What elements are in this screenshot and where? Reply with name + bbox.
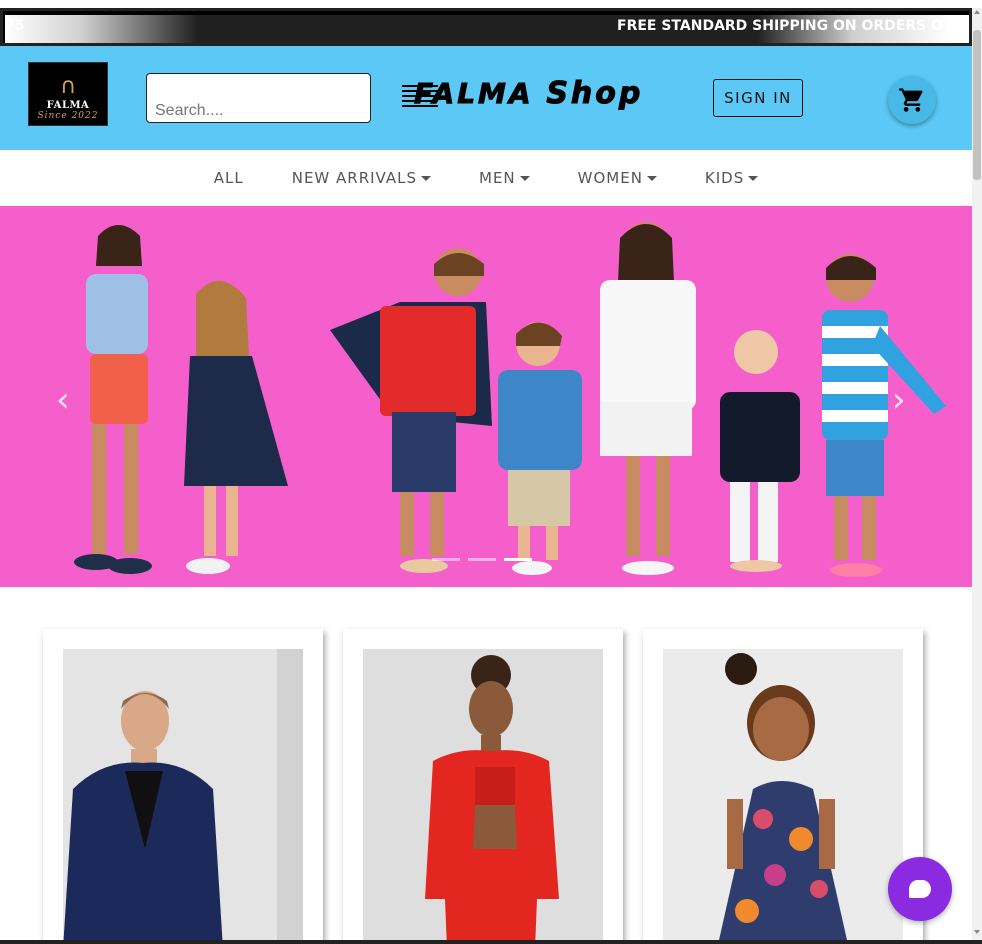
brand-word-falma: FALMA [414,77,534,111]
announcement-price-fragment: 75 [5,18,25,34]
product-card[interactable] [643,629,923,944]
carousel-indicator[interactable] [432,558,460,561]
child-figure [822,254,946,577]
page: 75 FREE STANDARD SHIPPING ON ORDERS OVER… [0,0,982,944]
hero-carousel: ‹ › [0,206,972,587]
scroll-down-arrow-icon[interactable] [974,930,980,934]
nav-item-new-arrivals[interactable]: NEW ARRIVALS [292,169,431,187]
child-figure [74,225,152,574]
top-frame [0,0,982,8]
product-card[interactable] [343,629,623,944]
caret-down-icon [646,175,657,181]
product-image[interactable] [363,649,603,944]
chat-button[interactable] [888,857,952,921]
caret-down-icon [748,175,759,181]
carousel-indicators [432,558,532,561]
product-grid [0,587,972,944]
product-image[interactable] [663,649,903,944]
shopping-cart-icon [899,88,923,112]
nav-item-label: ALL [213,169,244,187]
nav-item-label: WOMEN [577,169,643,187]
nav-item-men[interactable]: MEN [479,169,530,187]
announcement-text: FREE STANDARD SHIPPING ON ORDERS OVER [617,18,969,34]
cart-button[interactable] [888,76,936,124]
child-figure [184,280,288,574]
scrollbar[interactable] [972,8,982,944]
search-box[interactable] [146,73,371,123]
sign-in-button[interactable]: SIGN IN [713,79,803,117]
bottom-border [0,940,982,944]
carousel-indicator[interactable] [504,558,532,561]
nav-item-kids[interactable]: KIDS [704,169,759,187]
nav-item-label: NEW ARRIVALS [291,169,417,187]
scrollbar-thumb[interactable] [973,30,981,180]
man-suit-image [63,649,303,944]
nav-item-women[interactable]: WOMEN [578,169,657,187]
child-figure [330,248,492,573]
brand-wordmark[interactable]: FALMA Shop [402,76,678,116]
carousel-next-button[interactable]: › [892,382,912,418]
product-image[interactable] [63,649,303,944]
hero-kids-image [74,222,946,577]
nav-item-all[interactable]: ALL [214,169,244,187]
brand-text: FALMA Shop [414,76,644,112]
caret-down-icon [519,175,530,181]
child-figure [600,222,696,575]
chat-bubble-icon [909,880,931,898]
brand-word-shop: Shop [546,76,644,112]
child-figure [720,330,800,572]
announcement-track: 75 FREE STANDARD SHIPPING ON ORDERS OVER [5,15,969,43]
woman-red-suit-image [425,655,559,944]
search-input[interactable] [155,102,355,120]
caret-down-icon [421,175,431,181]
announcement-bar: 75 FREE STANDARD SHIPPING ON ORDERS OVER [0,8,972,46]
child-figure [498,322,582,575]
main-nav: ALL NEW ARRIVALS MEN WOMEN KIDS [0,150,972,206]
carousel-prev-button[interactable]: ‹ [56,382,76,418]
girl-floral-dress-image [718,653,848,944]
nav-item-label: MEN [479,169,516,187]
hanger-swan-icon: ∩ [59,74,77,99]
nav-item-label: KIDS [704,169,745,187]
site-header: ∩ FALMA Since 2022 FALMA Shop SIGN IN [0,46,972,150]
logo-name: FALMA [46,100,90,111]
carousel-indicator[interactable] [468,558,496,561]
product-card[interactable] [43,629,323,944]
scroll-up-arrow-icon[interactable] [974,10,980,14]
logo-since: Since 2022 [37,111,99,121]
logo[interactable]: ∩ FALMA Since 2022 [28,62,108,126]
